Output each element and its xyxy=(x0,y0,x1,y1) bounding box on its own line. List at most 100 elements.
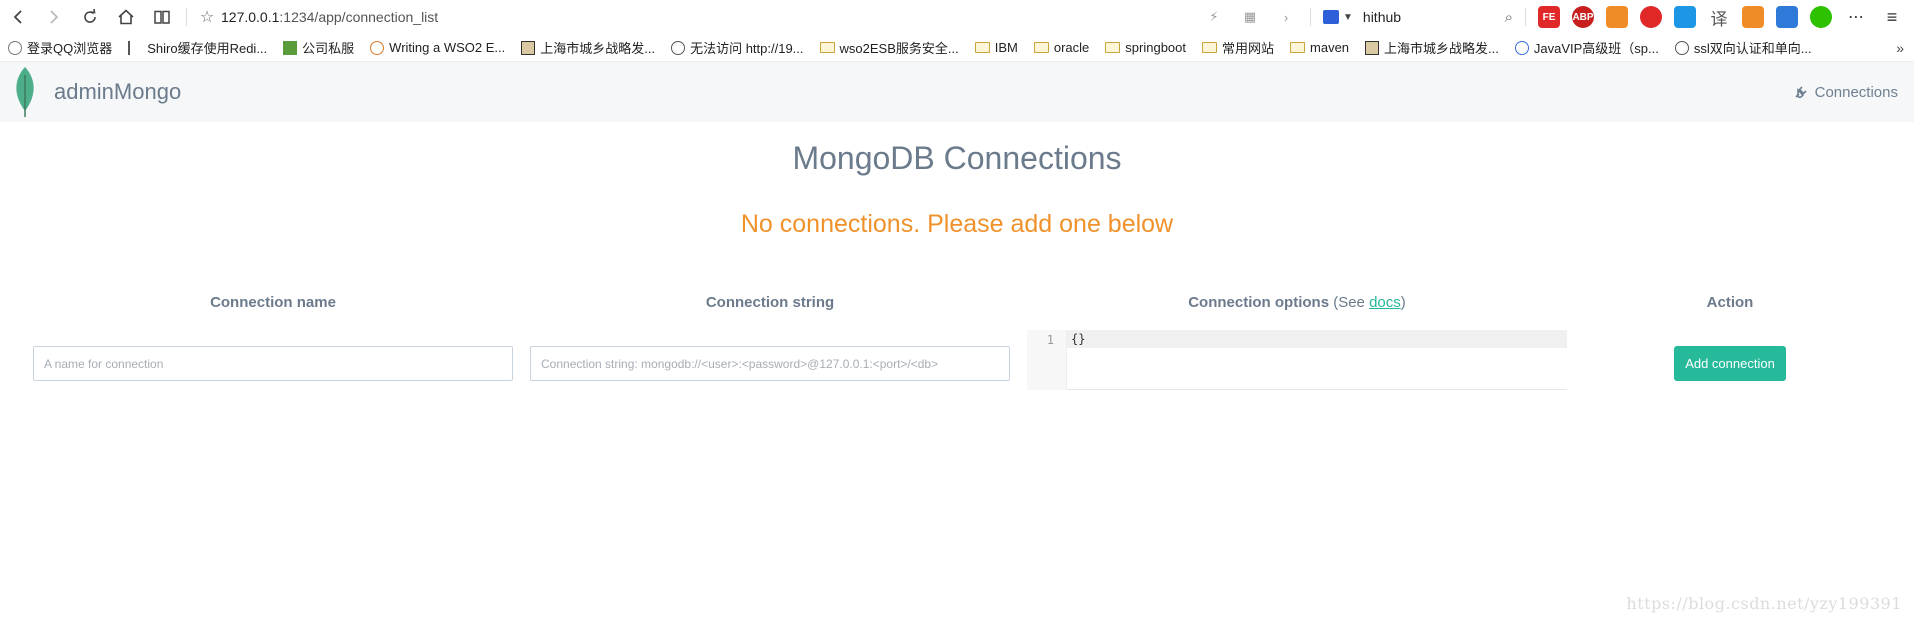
play-extension-icon[interactable] xyxy=(1674,6,1696,28)
folder-icon xyxy=(1033,42,1049,53)
site-icon xyxy=(370,40,385,55)
browser-toolbar: ☆ 127.0.0.1:1234/app/connection_list ⚡ ▦… xyxy=(0,0,1914,34)
bookmark-item[interactable]: JavaVIP高级班（sp... xyxy=(1507,34,1667,61)
menu-icon[interactable]: ≡ xyxy=(1880,7,1904,27)
empty-notice: No connections. Please add one below xyxy=(740,210,1174,238)
bookmark-item[interactable]: maven xyxy=(1282,34,1357,61)
bookmark-label: ssl双向认证和单向... xyxy=(1693,41,1812,56)
home-icon[interactable] xyxy=(108,0,144,34)
line-number: 1 xyxy=(1046,333,1054,347)
user-icon xyxy=(8,40,22,55)
connection-options-editor[interactable]: 1 {} xyxy=(1027,330,1567,390)
reading-mode-icon[interactable] xyxy=(144,0,180,34)
translator-extension-icon[interactable] xyxy=(1776,6,1798,28)
bookmark-label: 登录QQ浏览器 xyxy=(27,41,113,56)
toolbar-divider xyxy=(1525,8,1526,26)
image-icon xyxy=(521,40,536,55)
back-icon[interactable] xyxy=(0,0,36,34)
bookmark-item[interactable]: IBM xyxy=(967,34,1026,61)
editor-gutter: 1 xyxy=(1027,330,1067,390)
video-extension-icon[interactable] xyxy=(1742,6,1764,28)
folder-icon xyxy=(1290,42,1306,53)
qr-code-icon[interactable]: ▦ xyxy=(1238,7,1262,27)
bookmark-label: 上海市城乡战略发... xyxy=(540,41,656,56)
bookmark-item[interactable]: ssl双向认证和单向... xyxy=(1667,34,1820,61)
forward-icon[interactable] xyxy=(36,0,72,34)
bookmark-item[interactable]: Writing a WSO2 E... xyxy=(362,34,513,61)
image-icon xyxy=(1365,40,1380,55)
bookmark-label: springboot xyxy=(1125,40,1186,55)
page-title: MongoDB Connections xyxy=(792,140,1122,176)
toolbar-divider xyxy=(186,8,187,26)
plug-icon xyxy=(1795,86,1807,99)
bookmark-label: 公司私服 xyxy=(302,41,355,56)
site-icon xyxy=(128,40,142,55)
add-connection-button[interactable]: Add connection xyxy=(1674,346,1786,381)
bookmark-item[interactable]: 公司私服 xyxy=(275,34,362,61)
bookmark-label: 常用网站 xyxy=(1222,41,1275,56)
bookmark-item[interactable]: wso2ESB服务安全... xyxy=(812,34,967,61)
toolbar-right: ⚡ ▦ › ▼ hithub ⌕ FE ABP 译 ⋯ ≡ xyxy=(1196,0,1914,34)
lightning-icon[interactable]: ⚡ xyxy=(1202,7,1226,27)
bookmarks-bar: 登录QQ浏览器 Shiro缓存使用Redi... 公司私服 Writing a WSO… xyxy=(0,34,1914,62)
bookmark-list: 登录QQ浏览器 Shiro缓存使用Redi... 公司私服 Writing a WSO… xyxy=(0,34,1820,61)
connection-name-input[interactable] xyxy=(33,346,513,381)
nav-connections-link[interactable]: Connections xyxy=(1793,84,1898,101)
bookmark-label: maven xyxy=(1310,40,1350,55)
translate-extension-icon[interactable]: 译 xyxy=(1708,6,1730,29)
fe-extension-icon[interactable]: FE xyxy=(1538,6,1560,28)
see-text: (See xyxy=(1329,294,1370,311)
bookmark-item[interactable]: 登录QQ浏览器 xyxy=(0,34,120,61)
close-paren: ) xyxy=(1400,294,1406,311)
bookmark-item[interactable]: 常用网站 xyxy=(1194,34,1282,61)
wechat-extension-icon[interactable] xyxy=(1810,6,1832,28)
column-header-name: Connection name xyxy=(210,294,336,311)
toolbar-divider xyxy=(1310,8,1311,26)
bookmark-label: Writing a WSO2 E... xyxy=(389,40,506,55)
search-input[interactable]: hithub xyxy=(1363,9,1505,25)
watermark: https://blog.csdn.net/yzy199391 xyxy=(1626,594,1902,613)
search-box[interactable]: ▼ hithub ⌕ xyxy=(1323,4,1513,30)
cloud-icon xyxy=(1514,40,1529,55)
bookmark-item[interactable]: oracle xyxy=(1026,34,1097,61)
address-bar[interactable]: ☆ 127.0.0.1:1234/app/connection_list xyxy=(193,4,1193,30)
chevron-down-icon[interactable]: ▼ xyxy=(1343,12,1353,23)
game-extension-icon[interactable] xyxy=(1606,6,1628,28)
bookmark-item[interactable]: Shiro缓存使用Redi... xyxy=(120,34,275,61)
app-navbar: adminMongo Connections xyxy=(0,62,1914,122)
search-engine-icon[interactable] xyxy=(1323,10,1339,24)
bookmark-star-icon[interactable]: ☆ xyxy=(193,7,221,27)
url-host: 127.0.0.1 xyxy=(221,9,280,25)
opera-extension-icon[interactable] xyxy=(1640,6,1662,28)
folder-icon xyxy=(974,42,990,53)
column-header-options-label: Connection options xyxy=(1188,294,1330,311)
bookmark-item[interactable]: 上海市城乡战略发... xyxy=(513,34,663,61)
extensions-area: FE ABP 译 xyxy=(1532,6,1838,29)
connection-string-input[interactable] xyxy=(530,346,1010,381)
bookmark-label: oracle xyxy=(1053,40,1090,55)
column-header-options: Connection options (See docs) xyxy=(1027,294,1567,311)
bookmark-label: wso2ESB服务安全... xyxy=(839,41,959,56)
docs-link[interactable]: docs xyxy=(1369,294,1401,311)
folder-icon xyxy=(1105,42,1121,53)
reload-icon[interactable] xyxy=(72,0,108,34)
search-icon[interactable]: ⌕ xyxy=(1505,9,1513,26)
globe-icon xyxy=(1674,40,1689,55)
more-icon[interactable]: ⋯ xyxy=(1844,7,1868,27)
globe-icon xyxy=(671,40,686,55)
chevron-right-icon[interactable]: › xyxy=(1274,7,1298,27)
bookmark-item[interactable]: 上海市城乡战略发... xyxy=(1357,34,1507,61)
bookmark-label: 无法访问 http://19... xyxy=(690,41,804,56)
editor-code-line[interactable]: {} xyxy=(1067,330,1567,348)
column-header-action: Action xyxy=(1706,294,1754,311)
bookmark-label: JavaVIP高级班（sp... xyxy=(1533,41,1659,56)
bookmark-label: Shiro缓存使用Redi... xyxy=(147,41,268,56)
bookmark-item[interactable]: 无法访问 http://19... xyxy=(663,34,811,61)
brand-name[interactable]: adminMongo xyxy=(54,79,181,105)
bookmark-item[interactable]: springboot xyxy=(1097,34,1194,61)
bookmarks-overflow-icon[interactable]: » xyxy=(1896,40,1914,56)
adblock-plus-icon[interactable]: ABP xyxy=(1572,6,1594,28)
folder-icon xyxy=(819,42,835,53)
mongodb-leaf-icon xyxy=(16,67,34,117)
folder-icon xyxy=(1202,42,1217,53)
